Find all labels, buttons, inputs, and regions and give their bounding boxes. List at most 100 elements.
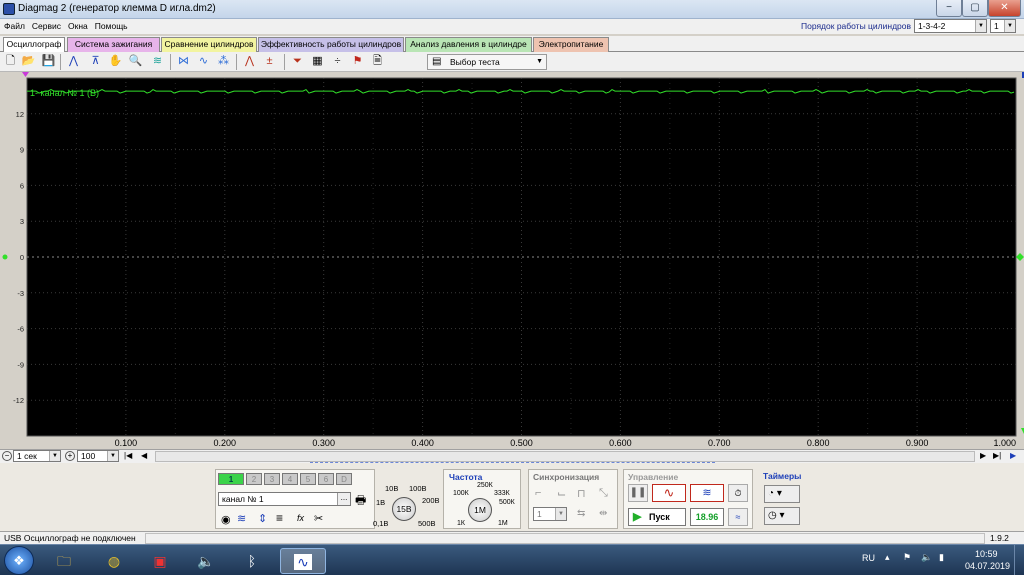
- channel-name-button[interactable]: ...: [337, 493, 350, 505]
- tray-network-icon[interactable]: ▮: [939, 552, 944, 563]
- sync-rise-icon[interactable]: ⌐: [535, 487, 541, 499]
- horizontal-scrollbar[interactable]: [155, 451, 975, 462]
- zoom-select[interactable]: 100 ▼: [77, 450, 119, 462]
- play-scroll-icon[interactable]: ▶: [1010, 451, 1016, 460]
- timer-2-button[interactable]: ◷ ▾: [764, 507, 800, 525]
- oscilloscope-plot[interactable]: 0.100 0.200 0.300 0.400 0.500 0.600 0.700 0.800…: [0, 72, 1024, 449]
- noise-mode-button[interactable]: ≋: [690, 484, 724, 502]
- tab-power-supply[interactable]: Электропитание: [533, 37, 609, 52]
- chrome-icon[interactable]: ◍: [94, 548, 134, 574]
- timer-1-button[interactable]: ◔ ▾: [764, 485, 800, 503]
- maximize-button[interactable]: ▢: [962, 0, 988, 17]
- channel-tab-1[interactable]: 1: [218, 473, 244, 485]
- voltage-knob[interactable]: 15В: [392, 497, 416, 521]
- tray-flag-icon[interactable]: ⚑: [903, 552, 911, 563]
- diagmag-taskbar-icon[interactable]: ∿: [280, 548, 326, 574]
- channel-tab-4[interactable]: 4: [282, 473, 298, 485]
- explorer-icon[interactable]: 🗀: [44, 548, 84, 574]
- zoom-icon[interactable]: 🔍: [128, 54, 143, 69]
- new-file-icon[interactable]: 🗋: [3, 54, 18, 69]
- sync-fall-icon[interactable]: ⌙: [557, 487, 566, 500]
- tab-cylinder-compare[interactable]: Сравнение цилиндров: [161, 37, 257, 52]
- document-icon[interactable]: 🗎: [370, 54, 385, 69]
- tray-volume-icon[interactable]: 🔈: [921, 552, 932, 563]
- eye-icon[interactable]: ◉: [221, 513, 231, 526]
- sync-pulse-icon[interactable]: ⊓: [577, 487, 586, 500]
- test-select[interactable]: ▤ Выбор теста ▼: [427, 54, 547, 70]
- zoom-out-icon[interactable]: −: [2, 451, 12, 461]
- scroll-end-icon[interactable]: ▶|: [993, 451, 1001, 460]
- measure-icon[interactable]: ⋀: [242, 54, 257, 69]
- y-tick-label: 0: [20, 253, 24, 262]
- channel-tab-3[interactable]: 3: [264, 473, 280, 485]
- voltage-label-500v: 500В: [418, 519, 436, 528]
- channel-tab-5[interactable]: 5: [300, 473, 316, 485]
- marker-icon[interactable]: ⋈: [176, 54, 191, 69]
- grid-icon[interactable]: ▦: [310, 54, 325, 69]
- auto-timer-button[interactable]: ⏱: [728, 484, 748, 502]
- menu-windows[interactable]: Окна: [64, 19, 91, 31]
- language-indicator[interactable]: RU: [862, 553, 875, 563]
- filter-icon[interactable]: ⏷: [290, 54, 305, 69]
- show-desktop-button[interactable]: [1014, 545, 1024, 575]
- pause-button[interactable]: ❚❚: [628, 484, 648, 502]
- sync-auto-icon[interactable]: ⤡: [599, 487, 608, 500]
- media-player-icon[interactable]: ▣: [140, 548, 180, 574]
- tab-cylinder-efficiency[interactable]: Эффективность работы цилиндров: [258, 37, 404, 52]
- bluetooth-icon[interactable]: ᛒ: [232, 548, 272, 574]
- overlay-icon[interactable]: ⁂: [216, 54, 231, 69]
- scroll-left-icon[interactable]: ◀: [141, 451, 147, 460]
- scroll-start-icon[interactable]: |◀: [124, 451, 132, 460]
- function-icon[interactable]: fx: [297, 513, 304, 523]
- close-button[interactable]: ✕: [988, 0, 1021, 17]
- cursor-start-marker[interactable]: [22, 72, 29, 77]
- channel-tab-6[interactable]: 6: [318, 473, 334, 485]
- start-button-windows[interactable]: ❖: [4, 546, 34, 575]
- minimize-button[interactable]: −: [936, 0, 962, 17]
- cursor-peak-icon[interactable]: ⋀: [66, 54, 81, 69]
- scroll-right-icon[interactable]: ▶: [980, 451, 986, 460]
- tab-ignition[interactable]: Система зажигания: [67, 37, 160, 52]
- sine-mode-button[interactable]: ∿: [652, 484, 686, 502]
- x-tick-label: 0.600: [609, 438, 632, 448]
- sync-channel-select[interactable]: 1 ▼: [533, 507, 567, 521]
- split-icon[interactable]: ÷: [330, 54, 345, 69]
- menu-help[interactable]: Помощь: [91, 19, 131, 31]
- frequency-knob[interactable]: 1М: [468, 498, 492, 522]
- lines-icon[interactable]: ≡: [276, 511, 283, 525]
- tray-arrow-icon[interactable]: ▴: [885, 552, 890, 563]
- menu-service[interactable]: Сервис: [28, 19, 64, 31]
- zoom-in-icon[interactable]: +: [65, 451, 75, 461]
- start-button[interactable]: ▶ Пуск: [628, 508, 686, 526]
- sound-icon[interactable]: 🔈: [186, 548, 226, 574]
- sync-swap-icon[interactable]: ⇆: [577, 508, 585, 519]
- waves-icon[interactable]: ∿: [196, 54, 211, 69]
- cylinder-order-select[interactable]: 1-3-4-2 ▼: [914, 19, 987, 33]
- invert-icon[interactable]: ≋: [237, 512, 246, 525]
- freq-label-1m: 1М: [498, 520, 508, 527]
- hand-icon[interactable]: ✋: [108, 54, 123, 69]
- x-tick-label: 0.500: [510, 438, 533, 448]
- open-folder-icon[interactable]: 📂: [21, 54, 36, 69]
- zero-marker-right[interactable]: [1016, 253, 1024, 261]
- sync-cross-icon[interactable]: ⇹: [599, 508, 607, 519]
- auto-wave-button[interactable]: ≈: [728, 508, 748, 526]
- timebase-select[interactable]: 1 сек ▼: [13, 450, 61, 462]
- menu-file[interactable]: Файл: [0, 19, 28, 31]
- cylinder-number-select[interactable]: 1 ▼: [990, 19, 1016, 33]
- channel-tab-D[interactable]: D: [336, 473, 352, 485]
- tab-oscilloscope[interactable]: Осциллограф: [3, 37, 65, 53]
- channel-tab-2[interactable]: 2: [246, 473, 262, 485]
- zero-marker-left[interactable]: [2, 254, 8, 260]
- app-icon: [3, 3, 15, 15]
- flag-icon[interactable]: ⚑: [350, 54, 365, 69]
- spectrum-icon[interactable]: ≋: [150, 54, 165, 69]
- trigger-level-icon[interactable]: ±: [262, 54, 277, 69]
- channel-name-field[interactable]: канал № 1: [218, 492, 351, 506]
- save-icon[interactable]: 💾: [41, 54, 56, 69]
- tab-pressure-analysis[interactable]: Анализ давления в цилиндре: [405, 37, 532, 52]
- updown-icon[interactable]: ⇕: [258, 512, 267, 525]
- tools-icon[interactable]: ✂: [314, 512, 323, 525]
- cursor-fall-icon[interactable]: ⊼: [88, 54, 103, 69]
- probe-icon[interactable]: 🖶: [355, 491, 366, 512]
